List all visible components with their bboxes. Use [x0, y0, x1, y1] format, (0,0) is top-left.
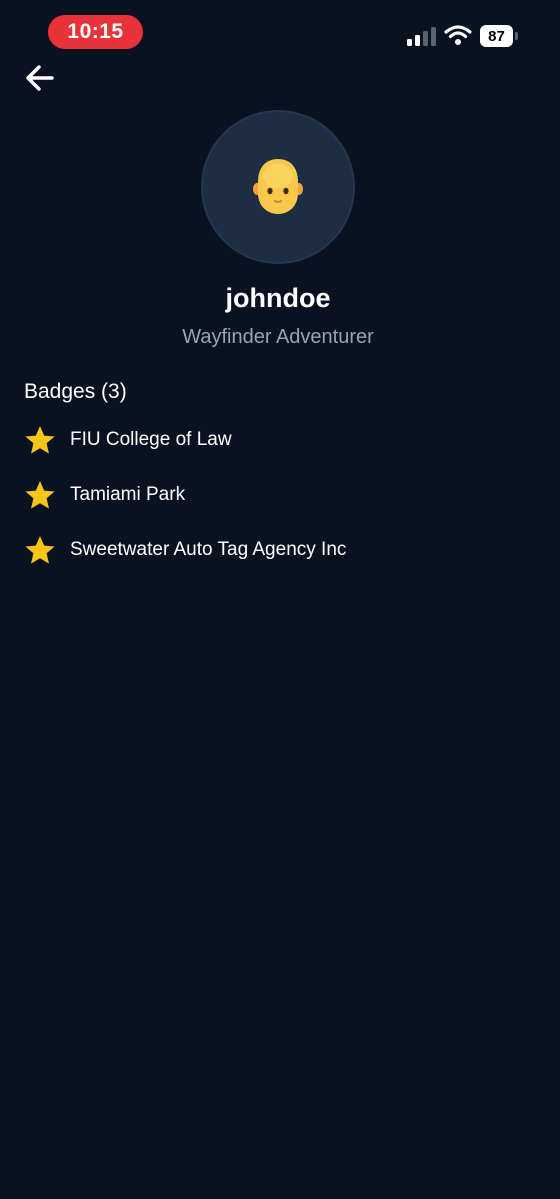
bald-person-emoji-icon: [253, 159, 303, 214]
badge-label: Tamiami Park: [70, 483, 186, 505]
battery-cap: [515, 32, 518, 40]
battery-level: 87: [480, 25, 513, 47]
arrow-left-icon: [26, 65, 54, 91]
badge-item: Sweetwater Auto Tag Agency Inc: [24, 522, 544, 577]
badge-list: FIU College of Law Tamiami Park Sweetwat…: [24, 412, 544, 577]
badges-heading: Badges (3): [24, 380, 127, 403]
badge-item: FIU College of Law: [24, 412, 544, 467]
badge-label: Sweetwater Auto Tag Agency Inc: [70, 538, 347, 560]
star-icon: [25, 535, 55, 564]
profile-title: Wayfinder Adventurer: [182, 326, 374, 348]
wifi-icon: [444, 25, 472, 45]
avatar: [201, 110, 355, 264]
battery-indicator: 87: [480, 25, 518, 47]
status-bar: 10:15 87: [0, 0, 560, 64]
star-icon: [25, 480, 55, 509]
badge-item: Tamiami Park: [24, 467, 544, 522]
profile-username: johndoe: [225, 283, 331, 313]
cellular-signal-icon: [407, 27, 436, 46]
star-icon: [25, 425, 55, 454]
badge-label: FIU College of Law: [70, 428, 232, 450]
status-time: 10:15: [48, 15, 143, 49]
back-button[interactable]: [20, 58, 60, 98]
